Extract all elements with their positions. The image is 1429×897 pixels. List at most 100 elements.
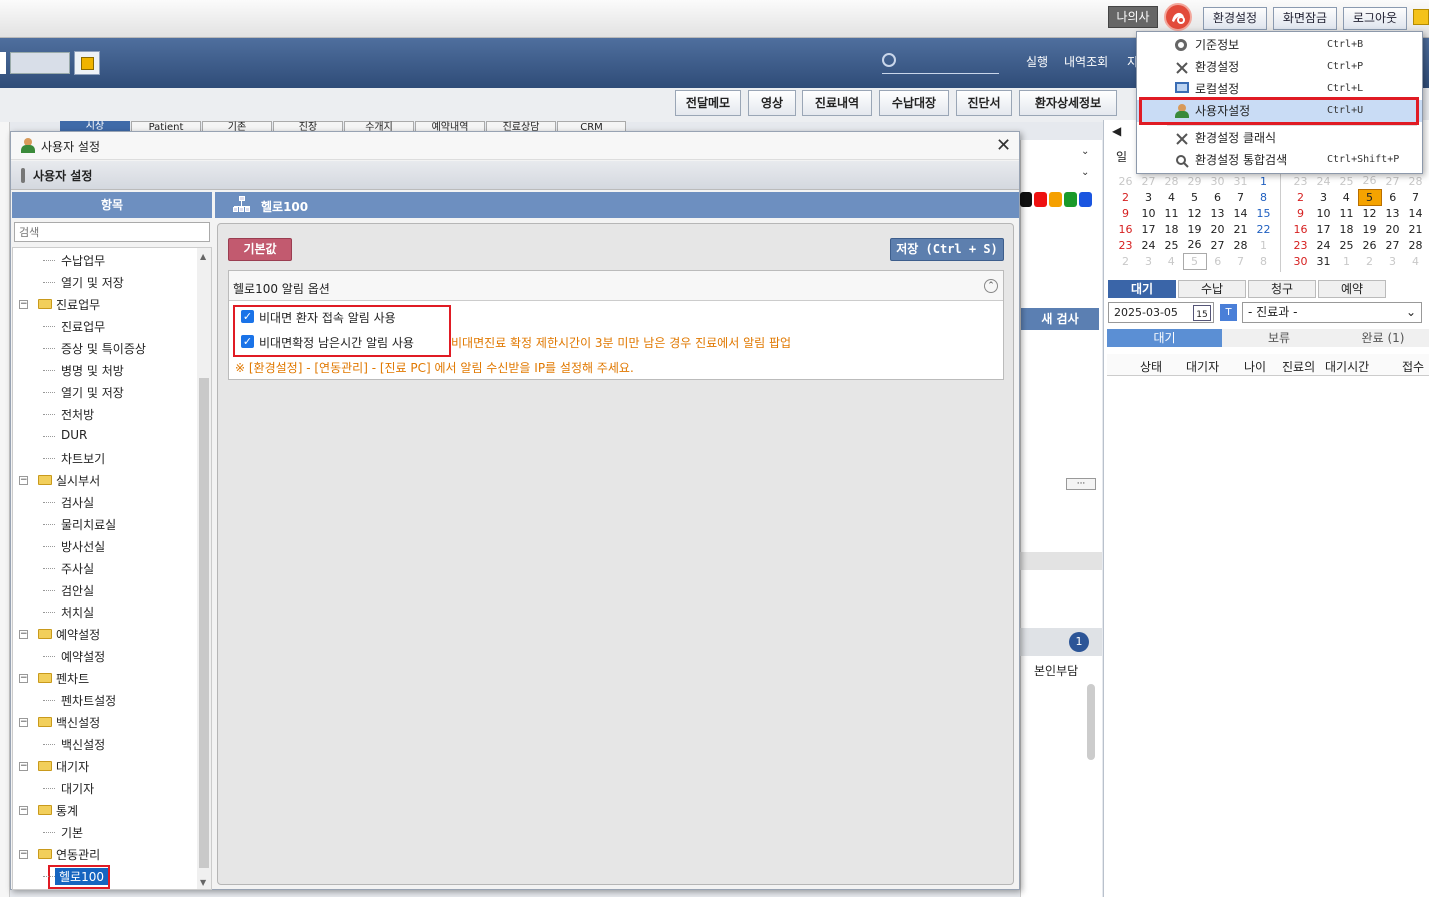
nav-history[interactable]: 내역조회 xyxy=(1064,53,1108,70)
calendar-day[interactable]: 19 xyxy=(1358,221,1381,237)
tree-collapse-icon[interactable]: − xyxy=(19,806,28,815)
calendar-day[interactable]: 5 xyxy=(1182,252,1207,270)
calendar-day[interactable]: 13 xyxy=(1381,205,1404,221)
search-input[interactable] xyxy=(14,222,210,242)
calendar-day[interactable]: 1 xyxy=(1252,173,1275,189)
calendar-day[interactable]: 30 xyxy=(1206,173,1229,189)
bg-tab[interactable]: CRM xyxy=(557,121,626,131)
calendar-day[interactable]: 24 xyxy=(1312,237,1335,253)
calendar-day[interactable]: 2 xyxy=(1289,189,1312,205)
calendar-day[interactable]: 28 xyxy=(1404,173,1427,189)
more-dots-button[interactable]: ··· xyxy=(1066,478,1096,490)
calendar-day[interactable]: 11 xyxy=(1335,205,1358,221)
calendar-day[interactable]: 2 xyxy=(1114,189,1137,205)
minimize-icon[interactable] xyxy=(1413,9,1429,25)
tree-collapse-icon[interactable]: − xyxy=(19,850,28,859)
calendar-day[interactable]: 7 xyxy=(1229,253,1252,269)
tree-item[interactable]: 열기 및 저장 xyxy=(61,274,124,291)
nav-field[interactable] xyxy=(10,52,70,74)
calendar-day[interactable]: 23 xyxy=(1289,173,1312,189)
save-button[interactable]: 저장 (Ctrl + S) xyxy=(890,238,1004,261)
calendar-day[interactable]: 15 xyxy=(1252,205,1275,221)
calendar-day[interactable]: 28 xyxy=(1229,237,1252,253)
calendar-icon[interactable]: 15 xyxy=(1193,305,1211,321)
tree-item[interactable]: 기본 xyxy=(61,824,83,841)
dept-select[interactable]: - 진료과 - ⌄ xyxy=(1242,302,1422,323)
bg-tab[interactable]: 진료상담 xyxy=(486,121,556,131)
image-button[interactable]: 영상 xyxy=(748,90,796,116)
scrollbar[interactable] xyxy=(1087,684,1095,760)
swatch-green[interactable] xyxy=(1064,192,1077,207)
calendar-day[interactable]: 2 xyxy=(1358,253,1381,269)
tree-item[interactable]: 전처방 xyxy=(61,406,94,423)
swatch-orange[interactable] xyxy=(1049,192,1062,207)
calendar-day[interactable]: 17 xyxy=(1312,221,1335,237)
calendar-day[interactable]: 11 xyxy=(1160,205,1183,221)
bg-tab[interactable]: 예약내역 xyxy=(415,121,485,131)
tree-collapse-icon[interactable]: − xyxy=(19,674,28,683)
menu-item[interactable]: 기준정보 Ctrl+B xyxy=(1137,34,1422,56)
menu-item[interactable]: 환경설정 통합검색 Ctrl+Shift+P xyxy=(1137,149,1422,171)
calendar-day[interactable]: 27 xyxy=(1381,173,1404,189)
calendar-prev-icon[interactable]: ◀ xyxy=(1112,124,1121,138)
calendar-day[interactable]: 4 xyxy=(1160,253,1183,269)
tree-scrollbar[interactable]: ▲ ▼ xyxy=(197,248,211,889)
bg-tab[interactable]: 진장 xyxy=(273,121,343,131)
collapse-icon[interactable]: ⌃ xyxy=(984,279,998,293)
menu-item[interactable]: 환경설정 Ctrl+P xyxy=(1137,56,1422,78)
default-button[interactable]: 기본값 xyxy=(228,238,292,261)
tree-item[interactable]: 방사선실 xyxy=(61,538,105,555)
tree-folder[interactable]: 통계 xyxy=(56,802,78,819)
calendar-day[interactable]: 16 xyxy=(1114,221,1137,237)
tree-folder[interactable]: 백신설정 xyxy=(56,714,100,731)
calendar-day[interactable]: 28 xyxy=(1160,173,1183,189)
calendar-day[interactable]: 3 xyxy=(1137,253,1160,269)
calendar-day[interactable]: 28 xyxy=(1404,237,1427,253)
calendar-day[interactable]: 27 xyxy=(1381,237,1404,253)
subtab-hold[interactable]: 보류 xyxy=(1223,329,1335,347)
calendar-day[interactable]: 25 xyxy=(1335,237,1358,253)
calendar-day[interactable]: 30 xyxy=(1289,253,1312,269)
calendar-day[interactable]: 7 xyxy=(1229,189,1252,205)
calendar-day[interactable]: 10 xyxy=(1137,205,1160,221)
today-badge[interactable]: T xyxy=(1220,304,1237,321)
app-logo-icon[interactable] xyxy=(1164,3,1192,31)
tree-item[interactable]: 진료업무 xyxy=(61,318,105,335)
calendar-day[interactable]: 3 xyxy=(1312,189,1335,205)
tree-item[interactable]: 차트보기 xyxy=(61,450,105,467)
tab-reservation[interactable]: 예약 xyxy=(1318,280,1386,298)
calendar-day[interactable]: 12 xyxy=(1183,205,1206,221)
calendar-day[interactable]: 31 xyxy=(1312,253,1335,269)
calendar-day[interactable]: 9 xyxy=(1114,205,1137,221)
tree-folder[interactable]: 진료업무 xyxy=(56,296,100,313)
tree-collapse-icon[interactable]: − xyxy=(19,718,28,727)
calendar-day[interactable]: 29 xyxy=(1183,173,1206,189)
tree-item[interactable]: 열기 및 저장 xyxy=(61,384,124,401)
calendar-day[interactable]: 20 xyxy=(1206,221,1229,237)
settings-button[interactable]: 환경설정 xyxy=(1203,7,1267,30)
tab-waiting[interactable]: 대기 xyxy=(1108,280,1176,298)
calendar-day[interactable]: 22 xyxy=(1252,221,1275,237)
tree-folder[interactable]: 대기자 xyxy=(56,758,89,775)
nav-run[interactable]: 실행 xyxy=(1026,53,1048,70)
calendar-day[interactable]: 26 xyxy=(1358,237,1381,253)
lock-screen-button[interactable]: 화면잠금 xyxy=(1273,7,1337,30)
nav-input-box[interactable] xyxy=(0,52,6,74)
tree-item[interactable]: 처치실 xyxy=(61,604,94,621)
calendar-day[interactable]: 8 xyxy=(1252,253,1275,269)
calendar-day[interactable]: 21 xyxy=(1229,221,1252,237)
tree-item[interactable]: 주사실 xyxy=(61,560,94,577)
menu-item[interactable]: 환경설정 클래식 xyxy=(1137,127,1422,149)
calendar-day[interactable]: 24 xyxy=(1137,237,1160,253)
calendar-day[interactable]: 26 xyxy=(1183,237,1206,253)
tree-folder[interactable]: 예약설정 xyxy=(56,626,100,643)
calendar-day[interactable]: 5 xyxy=(1183,189,1206,205)
calendar-day[interactable]: 1 xyxy=(1252,237,1275,253)
calendar-day[interactable]: 18 xyxy=(1335,221,1358,237)
bg-tab[interactable]: 기존 xyxy=(202,121,272,131)
calendar-day[interactable]: 26 xyxy=(1358,173,1381,189)
tree-item-selected[interactable]: 헬로100 xyxy=(55,868,108,885)
calendar-day[interactable]: 14 xyxy=(1229,205,1252,221)
search-icon[interactable] xyxy=(882,53,896,67)
swatch-red[interactable] xyxy=(1034,192,1047,207)
